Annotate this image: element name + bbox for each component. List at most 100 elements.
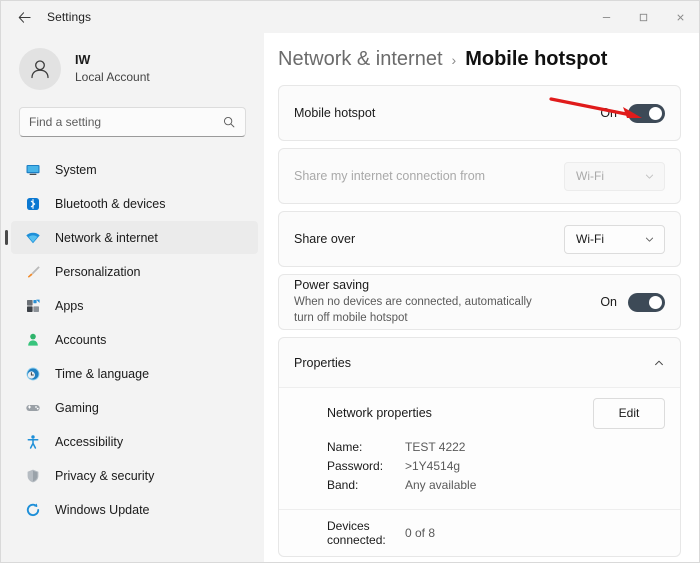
sidebar-item-time-language[interactable]: Time & language (11, 357, 258, 390)
close-button[interactable] (662, 1, 699, 33)
share-from-label: Share my internet connection from (294, 169, 486, 183)
page-title: Mobile hotspot (465, 48, 608, 70)
breadcrumb-separator: › (451, 52, 457, 68)
properties-label: Properties (294, 355, 351, 370)
mobile-hotspot-row: Mobile hotspot On (279, 86, 680, 140)
share-from-main: Share my internet connection from (294, 169, 564, 183)
detail-key: Password: (327, 459, 384, 473)
detail-value: >1Y4514g (405, 459, 461, 473)
update-refresh-icon (24, 501, 41, 518)
sidebar-item-label: Network & internet (55, 230, 158, 245)
back-button[interactable] (7, 2, 41, 32)
edit-button[interactable]: Edit (593, 397, 665, 429)
sidebar-nav: System Bluetooth & devices Network & int… (1, 153, 264, 526)
sidebar-item-accessibility[interactable]: Accessibility (11, 425, 258, 458)
sidebar-item-label: System (55, 162, 97, 177)
properties-header[interactable]: Properties (279, 338, 680, 387)
share-from-row: Share my internet connection from Wi-Fi (279, 149, 680, 203)
shield-icon (24, 467, 41, 484)
devices-connected-value: 0 of 8 (405, 526, 436, 540)
mobile-hotspot-card: Mobile hotspot On (278, 85, 681, 141)
share-over-label: Share over (294, 232, 356, 246)
mobile-hotspot-toggle-wrap: On (600, 103, 665, 123)
devices-connected-row: Devices connected: 0 of 8 (279, 510, 680, 556)
share-from-value: Wi-Fi (576, 169, 604, 183)
avatar (19, 48, 61, 90)
search-input[interactable] (29, 115, 222, 129)
network-properties-label: Network properties (327, 406, 432, 420)
detail-key: Name: (327, 440, 363, 454)
chevron-down-icon (644, 171, 655, 182)
breadcrumb-parent[interactable]: Network & internet (278, 48, 443, 71)
power-saving-main: Power saving When no devices are connect… (294, 278, 600, 326)
breadcrumb: Network & internet › Mobile hotspot (264, 33, 699, 71)
sidebar-item-personalization[interactable]: Personalization (11, 255, 258, 288)
search-box[interactable] (19, 107, 246, 137)
power-saving-card: Power saving When no devices are connect… (278, 274, 681, 330)
sidebar-item-accounts[interactable]: Accounts (11, 323, 258, 356)
detail-value: TEST 4222 (405, 440, 466, 454)
minimize-button[interactable] (588, 1, 625, 33)
gamepad-icon (24, 399, 41, 416)
monitor-icon (24, 161, 41, 178)
account-summary[interactable]: IW Local Account (1, 33, 264, 95)
sidebar-item-label: Time & language (55, 366, 150, 381)
power-saving-row: Power saving When no devices are connect… (279, 275, 680, 329)
mobile-hotspot-toggle[interactable] (628, 103, 665, 123)
detail-key: Band: (327, 478, 359, 492)
settings-cards: Mobile hotspot On Share my internet conn… (264, 71, 699, 562)
power-saving-toggle-wrap: On (600, 292, 665, 312)
sidebar-item-windows-update[interactable]: Windows Update (11, 493, 258, 526)
sidebar-item-bluetooth-devices[interactable]: Bluetooth & devices (11, 187, 258, 220)
chevron-up-icon[interactable] (653, 357, 665, 369)
settings-window: Settings IW Local Account Find a setting… (0, 0, 700, 563)
share-over-dropdown[interactable]: Wi-Fi (564, 224, 665, 254)
sidebar: IW Local Account Find a setting System B… (1, 33, 264, 562)
maximize-button[interactable] (625, 1, 662, 33)
detail-row-band: Band: Any available (327, 476, 665, 495)
share-over-row: Share over Wi-Fi (279, 212, 680, 266)
sidebar-item-label: Bluetooth & devices (55, 196, 166, 211)
window-controls (588, 1, 699, 33)
chevron-down-icon (644, 234, 655, 245)
person-avatar-icon (31, 60, 49, 79)
properties-body: Network properties Edit Name: TEST 4222 … (279, 387, 680, 556)
sidebar-item-label: Apps (55, 298, 84, 313)
power-saving-description: When no devices are connected, automatic… (294, 295, 532, 324)
account-name: IW (75, 53, 91, 68)
sidebar-item-privacy-security[interactable]: Privacy & security (11, 459, 258, 492)
mobile-hotspot-state: On (600, 106, 617, 120)
network-detail-list: Name: TEST 4222 Password: >1Y4514g Band:… (279, 438, 680, 509)
accessibility-icon (24, 433, 41, 450)
share-from-card: Share my internet connection from Wi-Fi (278, 148, 681, 204)
sidebar-item-network-internet[interactable]: Network & internet (5, 221, 258, 254)
window-title: Settings (47, 10, 92, 24)
toggle-knob (649, 106, 662, 120)
sidebar-item-label: Gaming (55, 400, 99, 415)
sidebar-item-label: Personalization (55, 264, 141, 279)
share-over-card: Share over Wi-Fi (278, 211, 681, 267)
account-type: Local Account (75, 69, 150, 84)
minimize-icon (602, 16, 611, 18)
sidebar-item-gaming[interactable]: Gaming (11, 391, 258, 424)
sidebar-item-label: Accessibility (55, 434, 124, 449)
share-over-main: Share over (294, 232, 564, 246)
paintbrush-icon (24, 263, 41, 280)
detail-row-password: Password: >1Y4514g (327, 457, 665, 476)
network-properties-row: Network properties Edit (279, 388, 680, 438)
detail-row-name: Name: TEST 4222 (327, 438, 665, 457)
maximize-icon (639, 13, 648, 21)
power-saving-label: Power saving (294, 277, 370, 292)
title-bar: Settings (1, 1, 699, 33)
search-icon (222, 115, 236, 129)
power-saving-toggle[interactable] (628, 292, 665, 312)
share-from-dropdown[interactable]: Wi-Fi (564, 161, 665, 191)
share-over-value: Wi-Fi (576, 232, 604, 246)
sidebar-item-system[interactable]: System (11, 153, 258, 186)
power-saving-state: On (600, 295, 617, 309)
apps-grid-icon (24, 297, 41, 314)
clock-globe-icon (24, 365, 41, 382)
account-text: IW Local Account (75, 53, 150, 85)
sidebar-item-apps[interactable]: Apps (11, 289, 258, 322)
close-icon (677, 13, 684, 21)
